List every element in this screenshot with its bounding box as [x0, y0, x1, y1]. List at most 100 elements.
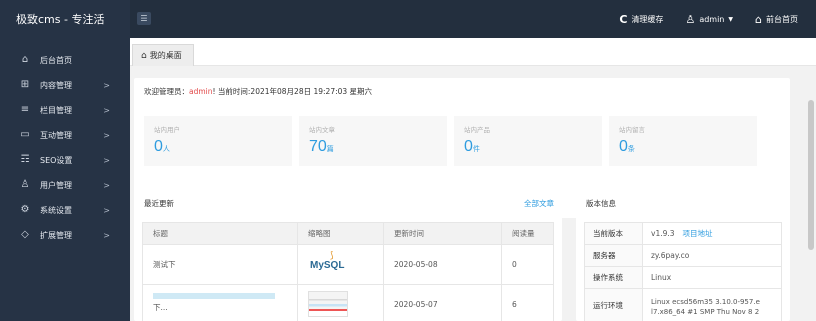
- home-icon: ⌂: [21, 54, 29, 65]
- row-title-text: 下...: [153, 303, 168, 312]
- clear-cache-button[interactable]: C 清理缓存: [619, 14, 663, 25]
- hamburger-icon: ☰: [140, 14, 148, 23]
- chevron-right-icon: >: [103, 155, 110, 165]
- main-scrollbar[interactable]: [806, 66, 816, 321]
- refresh-icon: C: [619, 12, 628, 26]
- stat-label: 站内用户: [154, 126, 180, 134]
- table-row[interactable]: 测试下 MySQL ⟆ 2020-05-08 0: [142, 244, 554, 285]
- diamond-icon: ◇: [21, 229, 29, 240]
- user-icon: ♙: [685, 12, 696, 26]
- version-row: 运行环境 Linux ecsd56m35 3.10.0-957.e l7.x86…: [584, 288, 782, 321]
- gear-icon: ⚙: [20, 204, 30, 215]
- version-info-table: 当前版本 v1.9.3 项目地址 服务器 zy.6pay.co 操作系统 Linu…: [584, 222, 782, 321]
- mysql-logo: MySQL ⟆: [310, 250, 345, 271]
- stat-value: 0条: [619, 138, 635, 155]
- tab-my-desktop[interactable]: ⌂ 我的桌面: [132, 44, 194, 66]
- sidebar-item-content[interactable]: ⊞ 内容管理 >: [0, 73, 130, 97]
- chevron-right-icon: >: [103, 105, 110, 115]
- welcome-prefix: 欢迎管理员：: [144, 87, 189, 96]
- version-info-card: 版本信息 当前版本 v1.9.3 项目地址 服务器 zy.6pay.co 操作系统…: [576, 190, 790, 321]
- version-key: 运行环境: [584, 288, 643, 321]
- column-header-thumb[interactable]: 缩略图: [297, 222, 384, 245]
- stat-value: 0人: [154, 138, 170, 155]
- version-value: Linux ecsd56m35 3.10.0-957.e l7.x86_64 #…: [642, 288, 782, 321]
- sidebar-item-label: 栏目管理: [40, 105, 72, 115]
- version-value: zy.6pay.co: [642, 244, 782, 267]
- recent-updates-title: 最近更新: [144, 199, 174, 208]
- column-header-views[interactable]: 阅读量: [501, 222, 554, 245]
- sidebar-item-extensions[interactable]: ◇ 扩展管理 >: [0, 223, 130, 247]
- row-views: 0: [501, 244, 554, 285]
- version-row: 服务器 zy.6pay.co: [584, 244, 782, 267]
- welcome-suffix: ! 当前时间:2021年08月28日 19:27:03 星期六: [212, 87, 373, 96]
- sidebar-item-seo[interactable]: ☶ SEO设置 >: [0, 148, 130, 172]
- chevron-right-icon: >: [103, 180, 110, 190]
- seo-icon: ☶: [20, 154, 30, 165]
- top-actions: C 清理缓存 ♙ admin ▼ ⌂ 前台首页: [619, 0, 798, 38]
- chevron-right-icon: >: [103, 230, 110, 240]
- version-row: 操作系统 Linux: [584, 266, 782, 289]
- version-row: 当前版本 v1.9.3 项目地址: [584, 222, 782, 245]
- row-title[interactable]: 测试下: [142, 244, 298, 285]
- version-value: Linux: [642, 266, 782, 289]
- sidebar-item-interaction[interactable]: ▭ 互动管理 >: [0, 123, 130, 147]
- home-icon: ⌂: [141, 50, 147, 61]
- clear-cache-label: 清理缓存: [631, 14, 664, 24]
- scrollbar-thumb[interactable]: [808, 100, 814, 250]
- main-area: ⌂ 我的桌面 欢迎管理员：admin! 当前时间:2021年08月28日 19:…: [130, 38, 816, 321]
- sidebar-item-label: 内容管理: [40, 80, 72, 90]
- grid-icon: ⊞: [20, 79, 30, 90]
- all-articles-link[interactable]: 全部文章: [524, 198, 554, 209]
- stat-messages: 站内留言 0条: [609, 116, 757, 166]
- chevron-right-icon: >: [103, 130, 110, 140]
- stat-articles: 站内文章 70篇: [299, 116, 447, 166]
- admin-label: admin: [699, 14, 725, 24]
- user-icon: ♙: [20, 179, 30, 190]
- version-info-title: 版本信息: [586, 199, 616, 208]
- admin-menu-button[interactable]: ♙ admin ▼: [685, 14, 733, 25]
- welcome-line: 欢迎管理员：admin! 当前时间:2021年08月28日 19:27:03 星…: [144, 86, 372, 97]
- sidebar-item-dashboard[interactable]: ⌂ 后台首页: [0, 48, 130, 72]
- caret-down-icon: ▼: [728, 15, 734, 23]
- row-date: 2020-05-08: [383, 244, 502, 285]
- recent-updates-card: 最近更新 全部文章 标题 缩略图 更新时间 阅读量 测试下 MySQL ⟆ 20…: [134, 190, 562, 321]
- sidebar: ⌂ 后台首页 ⊞ 内容管理 > ≡ 栏目管理 > ▭ 互动管理 > ☶ SEO设…: [0, 38, 130, 321]
- sidebar-item-columns[interactable]: ≡ 栏目管理 >: [0, 98, 130, 122]
- stat-value: 0件: [464, 138, 480, 155]
- chevron-right-icon: >: [103, 80, 110, 90]
- project-link[interactable]: 项目地址: [683, 229, 713, 238]
- sidebar-item-label: 扩展管理: [40, 230, 72, 240]
- tab-label: 我的桌面: [149, 51, 182, 60]
- menu-toggle-button[interactable]: ☰: [137, 12, 151, 25]
- row-thumb: [297, 284, 384, 321]
- row-views: 6: [501, 284, 554, 321]
- sidebar-item-label: 后台首页: [40, 55, 72, 65]
- sidebar-item-settings[interactable]: ⚙ 系统设置 >: [0, 198, 130, 222]
- home-icon: ⌂: [755, 12, 762, 26]
- stat-products: 站内产品 0件: [454, 116, 602, 166]
- redacted-bar: [153, 293, 275, 299]
- version-value: v1.9.3 项目地址: [642, 222, 782, 245]
- tab-bar: ⌂ 我的桌面: [130, 38, 816, 66]
- welcome-user: admin: [189, 87, 213, 96]
- recent-updates-table: 标题 缩略图 更新时间 阅读量 测试下 MySQL ⟆ 2020-05-08 0…: [142, 222, 554, 321]
- stat-users: 站内用户 0人: [144, 116, 292, 166]
- version-key: 操作系统: [584, 266, 643, 289]
- sidebar-item-label: SEO设置: [40, 155, 73, 165]
- version-key: 服务器: [584, 244, 643, 267]
- row-date: 2020-05-07: [383, 284, 502, 321]
- frontend-home-link[interactable]: ⌂ 前台首页: [755, 14, 798, 25]
- frontend-home-label: 前台首页: [766, 14, 798, 24]
- column-header-title[interactable]: 标题: [142, 222, 298, 245]
- column-header-date[interactable]: 更新时间: [383, 222, 502, 245]
- screenshot-thumbnail: [308, 290, 348, 317]
- chevron-right-icon: >: [103, 205, 110, 215]
- topbar: 极致cms - 专注活 ☰ C 清理缓存 ♙ admin ▼ ⌂ 前台首页: [0, 0, 816, 38]
- table-header-row: 标题 缩略图 更新时间 阅读量: [142, 222, 554, 245]
- table-row[interactable]: 下... 2020-05-07 6: [142, 284, 554, 321]
- message-icon: ▭: [20, 129, 30, 140]
- brand-title[interactable]: 极致cms - 专注活: [0, 0, 130, 38]
- row-thumb: MySQL ⟆: [297, 244, 384, 285]
- sidebar-item-users[interactable]: ♙ 用户管理 >: [0, 173, 130, 197]
- row-title[interactable]: 下...: [142, 284, 298, 321]
